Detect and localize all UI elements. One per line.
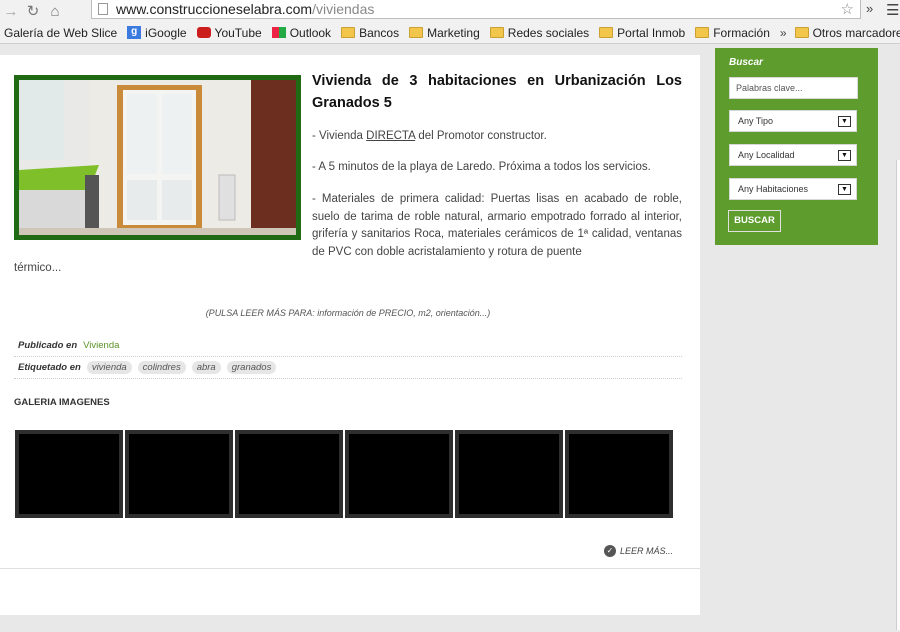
page-icon <box>98 3 108 15</box>
text: - Vivienda <box>312 130 367 142</box>
gallery-thumbnail[interactable] <box>235 430 343 518</box>
bookmark-label: Outlook <box>289 25 332 40</box>
bookmark-folder-redes[interactable]: Redes sociales <box>489 25 590 40</box>
tag-colindres[interactable]: colindres <box>137 361 186 374</box>
select-tipo-value: Any Tipo <box>738 116 774 126</box>
folder-icon <box>599 27 614 38</box>
bookmark-outlook[interactable]: Outlook <box>271 25 332 40</box>
paragraph-materials: - Materiales de primera calidad: Puertas… <box>312 193 682 258</box>
home-icon[interactable]: ⌂ <box>44 3 66 20</box>
paragraph-materials-end: térmico... <box>14 262 62 274</box>
gallery-thumbnail[interactable] <box>345 430 453 518</box>
url-path: /viviendas <box>312 1 375 17</box>
directa-link[interactable]: DIRECTA <box>366 130 415 142</box>
gallery-title: GALERIA IMAGENES <box>14 397 110 408</box>
post-title-link[interactable]: Vivienda de 3 habitaciones en Urbanizaci… <box>312 73 682 111</box>
post-title[interactable]: Vivienda de 3 habitaciones en Urbanizaci… <box>312 70 682 114</box>
search-widget-title: Buscar <box>729 57 763 68</box>
tag-granados[interactable]: granados <box>226 361 277 374</box>
read-more-label: LEER MÁS... <box>620 546 674 556</box>
bookmarks-bar: Galería de Web Slice g iGoogle YouTube O… <box>0 22 900 44</box>
check-circle-icon: ✓ <box>604 545 616 557</box>
dropdown-arrow-icon: ▼ <box>838 116 851 127</box>
select-habitaciones-value: Any Habitaciones <box>738 184 809 194</box>
category-link[interactable]: Vivienda <box>83 340 119 351</box>
property-image[interactable] <box>14 75 301 240</box>
bookmark-label: Otros marcadores <box>812 25 900 40</box>
bookmark-web-slice[interactable]: Galería de Web Slice <box>4 26 117 40</box>
tag-vivienda[interactable]: vivienda <box>86 361 132 374</box>
bookmark-igoogle[interactable]: g iGoogle <box>127 25 187 40</box>
folder-icon <box>341 27 356 38</box>
scrollbar[interactable] <box>896 160 900 630</box>
url-host: www.construccioneselabra.com <box>116 1 313 17</box>
bookmark-label: Bancos <box>359 25 400 40</box>
youtube-icon <box>196 27 211 38</box>
published-row: Publicado en Vivienda <box>14 335 682 357</box>
bookmark-label: Portal Inmob <box>617 25 686 40</box>
dropdown-arrow-icon: ▼ <box>838 184 851 195</box>
folder-icon <box>695 27 710 38</box>
bookmark-youtube[interactable]: YouTube <box>196 25 262 40</box>
gallery-thumbnail[interactable] <box>455 430 563 518</box>
reload-icon[interactable]: ↻ <box>22 2 44 20</box>
bookmark-folder-portal[interactable]: Portal Inmob <box>599 26 685 40</box>
star-icon[interactable]: ☆ <box>841 0 854 18</box>
tagged-label: Etiquetado en <box>18 362 81 373</box>
search-button[interactable]: BUSCAR <box>728 210 781 232</box>
paragraph-location: - A 5 minutos de la playa de Laredo. Pró… <box>312 161 651 173</box>
gallery-thumbnail[interactable] <box>15 430 123 518</box>
read-more-link[interactable]: ✓ LEER MÁS... <box>604 545 673 557</box>
bookmark-label: YouTube <box>214 25 262 40</box>
arrow-right-icon[interactable]: → <box>0 3 22 20</box>
bookmark-label: Galería de Web Slice <box>4 25 118 40</box>
folder-icon <box>489 27 504 38</box>
bookmark-label: iGoogle <box>145 25 187 40</box>
windows-icon <box>271 27 286 38</box>
text: del Promotor constructor. <box>415 130 547 142</box>
published-label: Publicado en <box>18 340 78 351</box>
address-bar[interactable]: www.construccioneselabra.com/viviendas ☆ <box>91 0 861 19</box>
select-localidad[interactable]: Any Localidad ▼ <box>729 144 857 166</box>
gallery-thumbnail[interactable] <box>125 430 233 518</box>
select-habitaciones[interactable]: Any Habitaciones ▼ <box>729 178 857 200</box>
divider <box>0 568 700 569</box>
bookmark-folder-marketing[interactable]: Marketing <box>409 26 480 40</box>
read-more-note: (PULSA LEER MÁS PARA: información de PRE… <box>205 308 491 318</box>
bookmark-folder-bancos[interactable]: Bancos <box>341 26 399 40</box>
keywords-input[interactable] <box>729 77 858 99</box>
folder-icon <box>409 27 424 38</box>
toolbar-overflow-button[interactable]: » <box>866 1 873 16</box>
folder-icon <box>794 27 809 38</box>
tags-row: Etiquetado en vivienda colindres abra gr… <box>14 357 682 379</box>
dropdown-arrow-icon: ▼ <box>838 150 851 161</box>
select-localidad-value: Any Localidad <box>738 150 795 160</box>
select-tipo[interactable]: Any Tipo ▼ <box>729 110 857 132</box>
kitchen-photo <box>19 80 296 235</box>
gallery-thumbnail[interactable] <box>565 430 673 518</box>
bookmark-other[interactable]: Otros marcadores <box>794 25 900 40</box>
google-icon: g <box>127 26 142 39</box>
paragraph-directa: - Vivienda DIRECTA del Promotor construc… <box>312 128 682 146</box>
tag-abra[interactable]: abra <box>191 361 221 374</box>
bookmarks-overflow-button[interactable]: » <box>780 26 787 40</box>
bookmark-label: Formación <box>713 25 770 40</box>
bookmark-folder-formacion[interactable]: Formación <box>695 26 770 40</box>
bookmark-label: Redes sociales <box>507 25 590 40</box>
bookmark-label: Marketing <box>427 25 480 40</box>
menu-icon[interactable]: ☰ <box>886 1 899 19</box>
search-widget: Buscar Any Tipo ▼ Any Localidad ▼ Any Ha… <box>715 48 878 245</box>
